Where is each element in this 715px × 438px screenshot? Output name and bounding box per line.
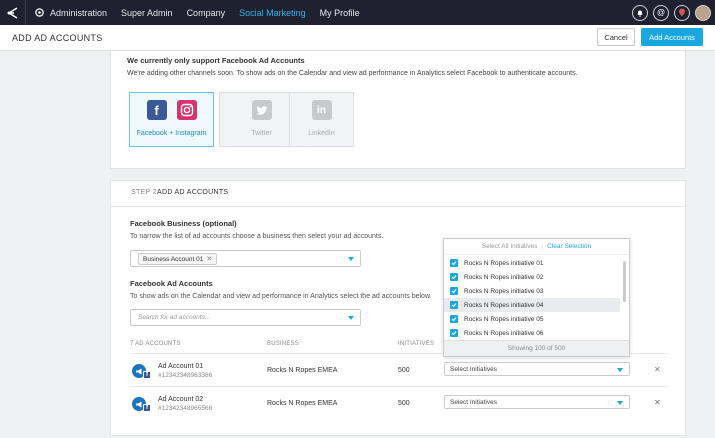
- step-title: ADD AD ACCOUNTS: [157, 189, 229, 196]
- ad-accounts-label: Facebook Ad Accounts: [130, 279, 213, 288]
- search-input[interactable]: Search for ad accounts...: [138, 314, 210, 321]
- ad-accounts-hint: To show ads on the Calendar and view ad …: [130, 293, 432, 300]
- account-initiatives: 500: [398, 400, 410, 407]
- ad-accounts-search[interactable]: Search for ad accounts...: [130, 309, 361, 326]
- column-header-initiatives: INITIATIVES: [398, 341, 435, 347]
- avatar[interactable]: [695, 4, 711, 21]
- checkbox-checked-icon[interactable]: [450, 301, 458, 309]
- business-chip-label: Business Account 01: [143, 255, 204, 263]
- business-hint: To narrow the list of ad accounts choose…: [130, 233, 384, 240]
- dropdown-divider: |: [541, 243, 544, 250]
- bell-icon[interactable]: [632, 4, 648, 21]
- add-accounts-button[interactable]: Add Accounts: [641, 28, 703, 46]
- initiatives-list: Rocks N Ropes initiative 01 Rocks N Rope…: [444, 256, 620, 340]
- channel-tile-label: LinkedIn: [308, 130, 335, 137]
- account-business: Rocks N Ropes EMEA: [267, 367, 338, 374]
- column-header-business: BUSINESS: [267, 341, 299, 347]
- channel-tile-label: Facebook + Instagram: [136, 130, 207, 137]
- location-icon[interactable]: [674, 4, 690, 21]
- close-icon[interactable]: ✕: [654, 398, 661, 407]
- page-title: ADD AD ACCOUNTS: [12, 33, 103, 43]
- select-initiatives-dropdown[interactable]: Select Initiatives: [444, 395, 630, 409]
- page-header: ADD AD ACCOUNTS Cancel Add Accounts: [0, 25, 715, 51]
- gear-icon: [34, 7, 45, 18]
- business-chip: Business Account 01 ✕: [138, 253, 218, 265]
- mention-icon[interactable]: @: [653, 4, 669, 21]
- instagram-icon: [176, 100, 197, 120]
- channel-title: We currently only support Facebook Ad Ac…: [127, 56, 305, 65]
- nav-item-administration[interactable]: Administration: [26, 0, 114, 25]
- facebook-icon: f: [143, 404, 151, 412]
- chevron-down-icon: [348, 316, 354, 320]
- nav-item-label: Administration: [50, 7, 108, 18]
- nav-right-actions: @: [632, 0, 715, 25]
- initiative-label: Rocks N Ropes initiative 02: [464, 273, 544, 281]
- initiative-label: Rocks N Ropes initiative 04: [464, 301, 544, 309]
- checkbox-checked-icon[interactable]: [450, 273, 458, 281]
- channel-description: We're adding other channels soon. To sho…: [127, 70, 578, 77]
- facebook-icon: f: [146, 100, 167, 120]
- step-header: STEP 2 ADD AD ACCOUNTS: [111, 181, 685, 207]
- close-icon[interactable]: ✕: [206, 255, 212, 263]
- table-row: f Ad Account 01 #12342348963366 Rocks N …: [130, 353, 668, 385]
- linkedin-icon: in: [311, 100, 332, 120]
- clear-selection-link[interactable]: Clear Selection: [547, 243, 591, 250]
- nav-item-super-admin[interactable]: Super Admin: [114, 0, 180, 25]
- account-business: Rocks N Ropes EMEA: [267, 400, 338, 407]
- twitter-icon: [251, 100, 272, 120]
- checkbox-checked-icon[interactable]: [450, 287, 458, 295]
- scrollbar[interactable]: [623, 261, 626, 302]
- chevron-down-icon: [348, 257, 354, 261]
- business-select[interactable]: Business Account 01 ✕: [130, 250, 361, 267]
- select-initiatives-label: Select Initiatives: [450, 366, 497, 373]
- initiatives-dropdown-panel: Select All Initiatives | Clear Selection…: [443, 238, 630, 357]
- chevron-down-icon: [617, 368, 623, 372]
- channel-select-card: We currently only support Facebook Ad Ac…: [110, 51, 686, 169]
- initiative-label: Rocks N Ropes initiative 03: [464, 287, 544, 295]
- nav-item-social-marketing[interactable]: Social Marketing: [232, 0, 313, 25]
- list-item[interactable]: Rocks N Ropes initiative 02: [444, 270, 620, 284]
- chevron-down-icon: [617, 401, 623, 405]
- top-nav: Administration Super Admin Company Socia…: [0, 0, 715, 25]
- channel-tile-linkedin[interactable]: in LinkedIn: [289, 92, 354, 147]
- account-id: #12342348965566: [158, 405, 213, 412]
- dropdown-footer: Showing 100 of 500: [444, 340, 629, 356]
- nav-item-company[interactable]: Company: [180, 0, 233, 25]
- list-item[interactable]: Rocks N Ropes initiative 04: [444, 298, 620, 312]
- column-header-accounts: 7 AD ACCOUNTS: [130, 341, 181, 347]
- business-label: Facebook Business (optional): [130, 219, 237, 228]
- account-name: Ad Account 02: [158, 396, 204, 403]
- account-name: Ad Account 01: [158, 363, 204, 370]
- dropdown-header: Select All Initiatives | Clear Selection: [444, 239, 629, 255]
- list-item[interactable]: Rocks N Ropes initiative 03: [444, 284, 620, 298]
- list-item[interactable]: Rocks N Ropes initiative 06: [444, 326, 620, 340]
- account-initiatives: 500: [398, 367, 410, 374]
- app-logo-icon[interactable]: [0, 0, 25, 25]
- initiative-label: Rocks N Ropes initiative 01: [464, 259, 544, 267]
- checkbox-checked-icon[interactable]: [450, 259, 458, 267]
- select-all-link[interactable]: Select All Initiatives: [482, 243, 538, 250]
- close-icon[interactable]: ✕: [654, 365, 661, 374]
- select-initiatives-dropdown[interactable]: Select Initiatives: [444, 362, 630, 376]
- initiative-label: Rocks N Ropes initiative 06: [464, 329, 544, 337]
- list-item[interactable]: Rocks N Ropes initiative 05: [444, 312, 620, 326]
- checkbox-checked-icon[interactable]: [450, 329, 458, 337]
- channel-tile-facebook-instagram[interactable]: f Facebook + Instagram: [129, 92, 214, 147]
- cancel-button[interactable]: Cancel: [597, 28, 635, 46]
- facebook-icon: f: [143, 371, 151, 379]
- nav-item-my-profile[interactable]: My Profile: [313, 0, 367, 25]
- step-number: STEP 2: [131, 189, 157, 196]
- checkbox-checked-icon[interactable]: [450, 315, 458, 323]
- list-item[interactable]: Rocks N Ropes initiative 01: [444, 256, 620, 270]
- initiative-label: Rocks N Ropes initiative 05: [464, 315, 544, 323]
- select-initiatives-label: Select Initiatives: [450, 399, 497, 406]
- account-id: #12342348963366: [158, 372, 213, 379]
- table-row: f Ad Account 02 #12342348965566 Rocks N …: [130, 386, 668, 418]
